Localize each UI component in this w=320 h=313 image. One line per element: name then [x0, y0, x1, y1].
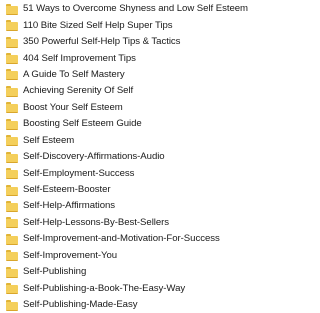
folder-icon — [6, 250, 18, 262]
folder-name: 51 Ways to Overcome Shyness and Low Self… — [23, 3, 248, 15]
folder-list: 51 Ways to Overcome Shyness and Low Self… — [0, 1, 289, 313]
folder-item[interactable]: Self-Publishing-a-Book-The-Easy-Way — [0, 280, 289, 296]
folder-item[interactable]: Self-Help-Lessons-By-Best-Sellers — [0, 215, 289, 231]
folder-item[interactable]: Self-Publishing — [0, 264, 289, 280]
folder-icon — [6, 36, 18, 48]
folder-name: Self-Help-Lessons-By-Best-Sellers — [23, 216, 170, 228]
folder-icon — [6, 135, 18, 147]
folder-name: Self-Help-Affirmations — [23, 200, 116, 212]
folder-name: 350 Powerful Self-Help Tips & Tactics — [23, 36, 181, 48]
folder-item[interactable]: Self-Esteem-Booster — [0, 182, 289, 198]
folder-icon — [6, 266, 18, 278]
folder-icon — [6, 168, 18, 180]
folder-icon — [6, 299, 18, 311]
folder-name: Self-Esteem-Booster — [23, 184, 111, 196]
folder-icon — [6, 85, 18, 97]
folder-icon — [6, 118, 18, 130]
folder-item[interactable]: Self-Improvement-and-Motivation-For-Succ… — [0, 231, 289, 247]
folder-name: Self-Publishing-a-Book-The-Easy-Way — [23, 282, 186, 294]
folder-item[interactable]: A Guide To Self Mastery — [0, 67, 289, 83]
folder-item[interactable]: Boosting Self Esteem Guide — [0, 116, 289, 132]
folder-name: Boosting Self Esteem Guide — [23, 118, 142, 130]
folder-item[interactable]: Achieving Serenity Of Self — [0, 83, 289, 99]
folder-item[interactable]: Self-Employment-Success — [0, 165, 289, 181]
folder-item[interactable]: 350 Powerful Self-Help Tips & Tactics — [0, 34, 289, 50]
folder-item[interactable]: 404 Self Improvement Tips — [0, 50, 289, 66]
folder-item[interactable]: 110 Bite Sized Self Help Super Tips — [0, 17, 289, 33]
folder-item[interactable]: 51 Ways to Overcome Shyness and Low Self… — [0, 1, 289, 17]
folder-name: Self-Publishing — [23, 266, 87, 278]
folder-name: Self-Improvement-and-Motivation-For-Succ… — [23, 233, 220, 245]
folder-icon — [6, 20, 18, 32]
folder-icon — [6, 53, 18, 65]
folder-item[interactable]: Boost Your Self Esteem — [0, 100, 289, 116]
folder-icon — [6, 283, 18, 295]
folder-icon — [6, 217, 18, 229]
folder-name: Achieving Serenity Of Self — [23, 85, 134, 97]
folder-name: A Guide To Self Mastery — [23, 68, 125, 80]
folder-icon — [6, 200, 18, 212]
folder-item[interactable]: Self-Improvement-You — [0, 248, 289, 264]
folder-name: Self Esteem — [23, 134, 75, 146]
folder-item[interactable]: Self-Discovery-Affirmations-Audio — [0, 149, 289, 165]
folder-icon — [6, 102, 18, 114]
folder-name: Boost Your Self Esteem — [23, 101, 123, 113]
folder-icon — [6, 69, 18, 81]
folder-item[interactable]: Self-Publishing-Made-Easy — [0, 297, 289, 313]
folder-icon — [6, 184, 18, 196]
folder-item[interactable]: Self Esteem — [0, 133, 289, 149]
folder-name: Self-Publishing-Made-Easy — [23, 299, 138, 311]
folder-name: 404 Self Improvement Tips — [23, 52, 136, 64]
folder-name: 110 Bite Sized Self Help Super Tips — [23, 19, 173, 31]
folder-name: Self-Employment-Success — [23, 167, 135, 179]
folder-name: Self-Discovery-Affirmations-Audio — [23, 151, 165, 163]
folder-icon — [6, 233, 18, 245]
folder-item[interactable]: Self-Help-Affirmations — [0, 198, 289, 214]
folder-icon — [6, 151, 18, 163]
folder-icon — [6, 3, 18, 15]
folder-name: Self-Improvement-You — [23, 249, 118, 261]
